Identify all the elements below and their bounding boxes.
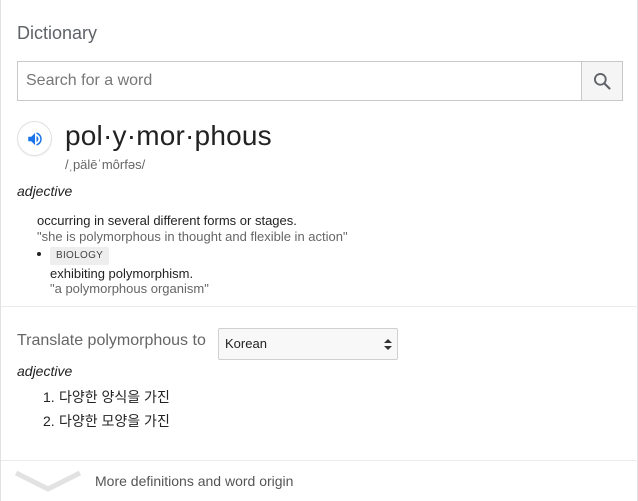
example-2: "a polymorphous organism"	[50, 281, 209, 296]
translation-list: 1. 다양한 양식을 가진 2. 다양한 모양을 가진	[43, 388, 170, 436]
search-box	[17, 61, 623, 101]
search-button[interactable]	[581, 62, 622, 100]
search-icon	[594, 73, 611, 90]
pronunciation: /ˌpälēˈmôrfəs/	[65, 157, 146, 172]
definition-1: occurring in several different forms or …	[37, 213, 297, 228]
more-definitions-label: More definitions and word origin	[95, 473, 294, 489]
card-title: Dictionary	[17, 23, 98, 43]
language-select[interactable]: Korean	[218, 328, 398, 360]
translation-text: 다양한 모양을 가진	[59, 413, 170, 429]
select-arrows-icon	[384, 339, 392, 350]
translate-label: Translate polymorphous to	[17, 332, 206, 349]
list-number: 2.	[43, 413, 55, 429]
pronunciation-audio-button[interactable]	[17, 121, 52, 156]
dictionary-card: Dictionary pol·y·mor·phous /ˌpälēˈmôrfəs…	[0, 0, 638, 501]
part-of-speech: adjective	[17, 183, 73, 199]
list-bullet	[37, 252, 41, 256]
example-1: "she is polymorphous in thought and flex…	[37, 229, 348, 244]
definition-2: exhibiting polymorphism.	[50, 266, 194, 281]
list-number: 1.	[43, 389, 55, 405]
translation-part-of-speech: adjective	[17, 363, 73, 379]
speaker-icon	[27, 131, 42, 146]
list-item: 1. 다양한 양식을 가진	[43, 388, 170, 412]
search-input[interactable]	[18, 62, 582, 100]
section-divider	[1, 306, 638, 307]
translation-text: 다양한 양식을 가진	[59, 389, 170, 405]
domain-tag: BIOLOGY	[50, 247, 110, 265]
chevron-down-icon	[15, 470, 81, 492]
more-definitions-button[interactable]: More definitions and word origin	[1, 461, 638, 501]
list-item: 2. 다양한 모양을 가진	[43, 412, 170, 436]
language-select-value: Korean	[225, 336, 267, 351]
headword: pol·y·mor·phous	[65, 120, 272, 151]
